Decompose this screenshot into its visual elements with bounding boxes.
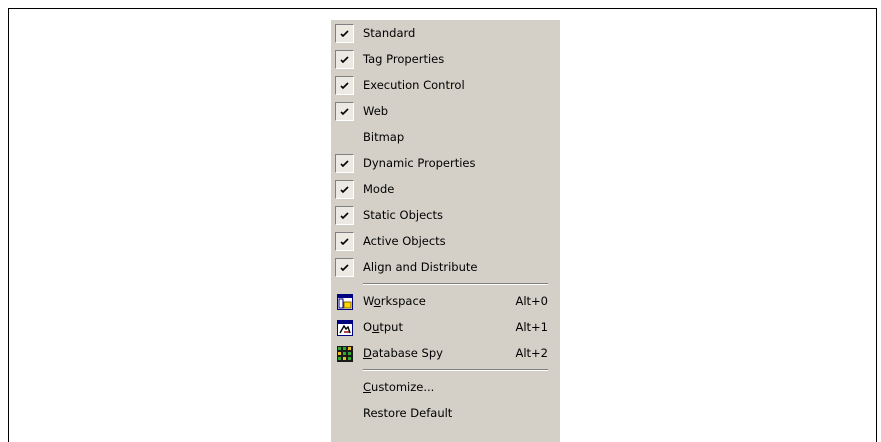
checkmark-icon — [335, 206, 354, 225]
menu-item-execution-control[interactable]: Execution Control — [331, 72, 560, 98]
menu-item-label: Execution Control — [363, 78, 465, 92]
menu-item-label: Dynamic Properties — [363, 156, 476, 170]
menu-item-align-and-distribute[interactable]: Align and Distribute — [331, 254, 560, 280]
menu-item-label: Workspace — [363, 294, 426, 308]
shortcut-label: Alt+2 — [515, 346, 548, 360]
menu-item-label: Active Objects — [363, 234, 446, 248]
menu-item-label: Standard — [363, 26, 416, 40]
checkmark-icon — [335, 24, 354, 43]
checkmark-icon — [335, 154, 354, 173]
menu-item-standard[interactable]: Standard — [331, 20, 560, 46]
toolbars-context-menu: Standard Tag Properties Execution Contro… — [331, 20, 560, 442]
menu-item-label: Web — [363, 104, 389, 118]
shortcut-label: Alt+0 — [515, 294, 548, 308]
checkmark-icon — [335, 102, 354, 121]
checkmark-icon — [335, 232, 354, 251]
output-icon — [335, 318, 354, 337]
checkmark-icon — [335, 180, 354, 199]
menu-item-restore-default[interactable]: Restore Default — [331, 400, 560, 426]
menu-item-label: Mode — [363, 182, 395, 196]
workspace-icon — [335, 292, 354, 311]
menu-item-label: Tag Properties — [363, 52, 445, 66]
menu-item-mode[interactable]: Mode — [331, 176, 560, 202]
menu-separator — [331, 366, 560, 374]
checkmark-icon — [335, 76, 354, 95]
menu-item-customize[interactable]: Customize... — [331, 374, 560, 400]
shortcut-label: Alt+1 — [515, 320, 548, 334]
menu-item-active-objects[interactable]: Active Objects — [331, 228, 560, 254]
screenshot-canvas: Standard Tag Properties Execution Contro… — [0, 0, 881, 442]
menu-item-workspace[interactable]: Workspace Alt+0 — [331, 288, 560, 314]
menu-item-label: Output — [363, 320, 403, 334]
menu-item-label: Align and Distribute — [363, 260, 478, 274]
menu-item-database-spy[interactable]: Database Spy Alt+2 — [331, 340, 560, 366]
menu-item-web[interactable]: Web — [331, 98, 560, 124]
menu-item-bitmap[interactable]: Bitmap — [331, 124, 560, 150]
menu-separator — [331, 280, 560, 288]
checkmark-icon — [335, 50, 354, 69]
menu-item-label: Restore Default — [363, 406, 453, 420]
menu-item-static-objects[interactable]: Static Objects — [331, 202, 560, 228]
checkmark-icon — [335, 258, 354, 277]
menu-item-tag-properties[interactable]: Tag Properties — [331, 46, 560, 72]
menu-item-label: Bitmap — [363, 130, 405, 144]
menu-item-label: Database Spy — [363, 346, 443, 360]
menu-item-label: Customize... — [363, 380, 435, 394]
menu-item-output[interactable]: Output Alt+1 — [331, 314, 560, 340]
menu-item-label: Static Objects — [363, 208, 443, 222]
menu-item-dynamic-properties[interactable]: Dynamic Properties — [331, 150, 560, 176]
database-spy-icon — [335, 344, 354, 363]
